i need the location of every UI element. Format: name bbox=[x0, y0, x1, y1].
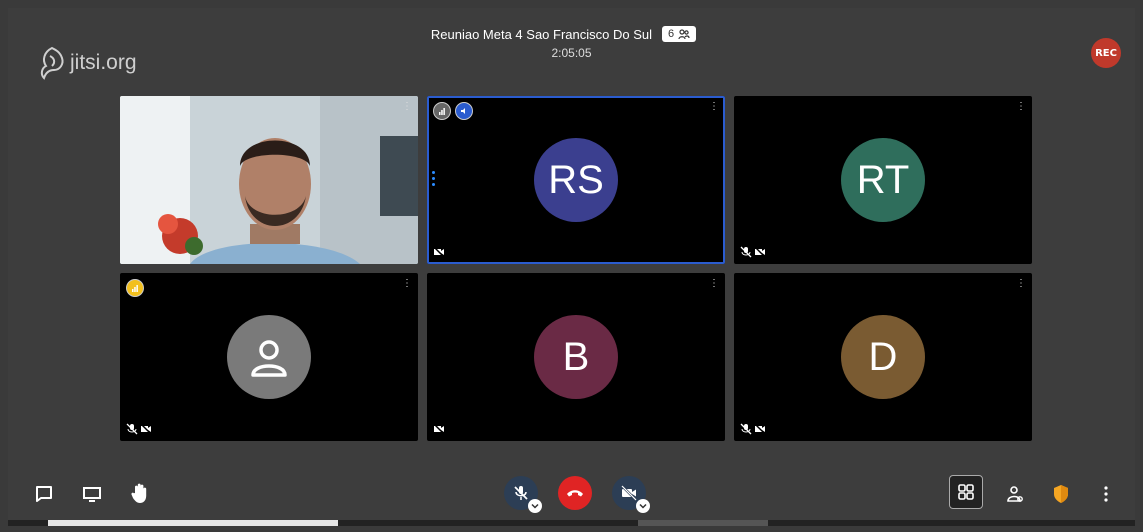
microphone-muted-icon bbox=[514, 486, 528, 500]
avatar-rt: RT bbox=[841, 138, 925, 222]
participant-video bbox=[120, 96, 418, 264]
tile-menu-icon[interactable]: ⋮ bbox=[709, 102, 719, 112]
dominant-speaker-icon bbox=[455, 102, 473, 120]
mic-muted-small-icon bbox=[740, 246, 752, 258]
security-options-button[interactable] bbox=[1049, 482, 1073, 506]
microphone-button[interactable] bbox=[504, 476, 542, 513]
screenshare-icon bbox=[83, 487, 101, 502]
tile-menu-icon[interactable]: ⋮ bbox=[402, 102, 412, 112]
camera-options-chevron[interactable] bbox=[636, 499, 650, 513]
video-tile-b[interactable]: B ⋮ bbox=[427, 273, 725, 441]
invite-participants-button[interactable] bbox=[1003, 482, 1027, 506]
participants-icon bbox=[1007, 486, 1023, 502]
camera-off-small-icon bbox=[433, 423, 445, 435]
mic-muted-small-icon bbox=[740, 423, 752, 435]
mic-muted-small-icon bbox=[126, 423, 138, 435]
screenshare-button[interactable] bbox=[80, 482, 104, 506]
avatar-d: D bbox=[841, 315, 925, 399]
video-tile-rt[interactable]: RT ⋮ bbox=[734, 96, 1032, 264]
connection-quality-icon[interactable] bbox=[126, 279, 144, 297]
video-tile-d[interactable]: D ⋮ bbox=[734, 273, 1032, 441]
chevron-down-icon bbox=[531, 503, 539, 509]
tile-view-icon bbox=[958, 484, 974, 500]
mic-options-chevron[interactable] bbox=[528, 499, 542, 513]
taskbar-segment bbox=[638, 520, 768, 526]
more-options-icon bbox=[1104, 486, 1108, 502]
camera-off-small-icon bbox=[754, 246, 766, 258]
video-tile-camera[interactable]: ⋮ bbox=[120, 96, 418, 264]
security-shield-icon bbox=[1054, 485, 1068, 503]
meeting-timer: 2:05:05 bbox=[551, 46, 592, 60]
camera-off-small-icon bbox=[433, 246, 445, 258]
tile-view-button[interactable] bbox=[949, 475, 983, 509]
raise-hand-icon bbox=[131, 483, 147, 503]
raise-hand-button[interactable] bbox=[128, 480, 152, 506]
meeting-window: jitsi.org Reuniao Meta 4 Sao Francisco D… bbox=[8, 8, 1135, 526]
avatar-b: B bbox=[534, 315, 618, 399]
hangup-button[interactable] bbox=[558, 476, 592, 510]
video-tile-rs[interactable]: RS ⋮ bbox=[427, 96, 725, 264]
chat-icon bbox=[36, 486, 52, 502]
camera-off-small-icon bbox=[754, 423, 766, 435]
hangup-icon bbox=[567, 490, 583, 497]
participant-count-badge[interactable]: 6 bbox=[662, 26, 697, 42]
chat-button[interactable] bbox=[32, 482, 56, 506]
tile-menu-icon[interactable]: ⋮ bbox=[402, 279, 412, 289]
participant-count: 6 bbox=[668, 28, 675, 40]
audio-level-indicator bbox=[432, 171, 435, 186]
taskbar-segment bbox=[48, 520, 338, 526]
participants-small-icon bbox=[678, 29, 690, 40]
tile-menu-icon[interactable]: ⋮ bbox=[1016, 279, 1026, 289]
chevron-down-icon bbox=[639, 503, 647, 509]
user-icon bbox=[251, 340, 287, 377]
camera-off-icon bbox=[621, 485, 637, 501]
more-options-button[interactable] bbox=[1096, 482, 1116, 506]
connection-quality-icon[interactable] bbox=[433, 102, 451, 120]
recording-badge[interactable]: REC bbox=[1091, 38, 1121, 68]
tile-menu-icon[interactable]: ⋮ bbox=[1016, 102, 1026, 112]
camera-button[interactable] bbox=[612, 476, 650, 513]
tile-menu-icon[interactable]: ⋮ bbox=[709, 279, 719, 289]
avatar-rs: RS bbox=[534, 138, 618, 222]
avatar-placeholder bbox=[227, 315, 311, 399]
meeting-header: Reuniao Meta 4 Sao Francisco Do Sul 6 2:… bbox=[8, 26, 1135, 60]
taskbar-strip bbox=[8, 520, 1135, 526]
camera-off-small-icon bbox=[140, 423, 152, 435]
meeting-title: Reuniao Meta 4 Sao Francisco Do Sul bbox=[430, 26, 652, 42]
video-tile-placeholder[interactable]: ⋮ bbox=[120, 273, 418, 441]
